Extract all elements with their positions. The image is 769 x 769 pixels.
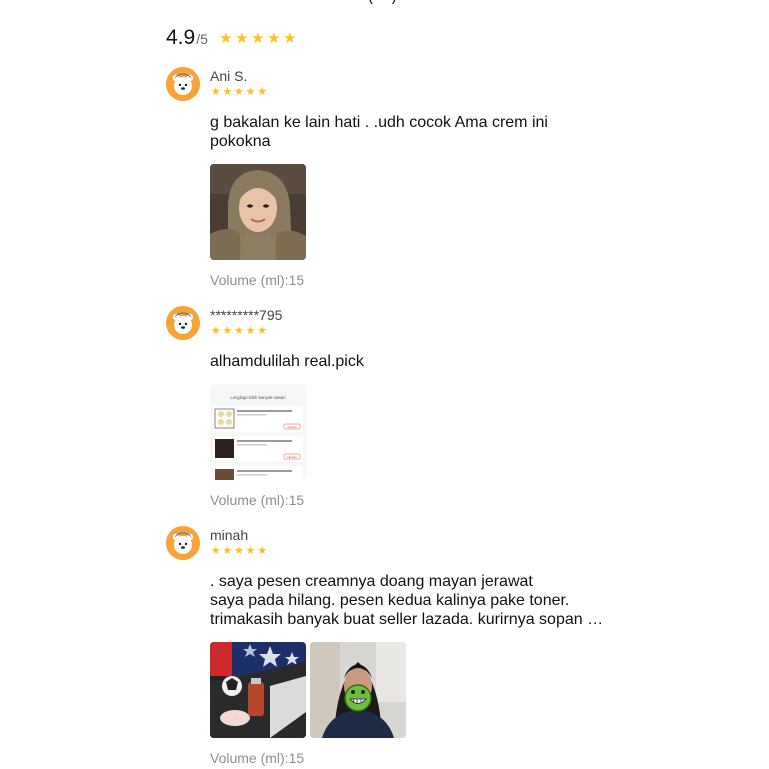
review-text: . saya pesen creamnya doang mayan jerawa… <box>210 573 604 628</box>
star-icon: ★ <box>283 30 297 47</box>
default-avatar-icon <box>166 526 200 560</box>
average-rating: 4.9 <box>166 26 196 49</box>
star-icon: ★ <box>210 325 221 337</box>
rating-scale: /5 <box>196 31 208 47</box>
section-title-cut: — — — — — — — — — (—) <box>166 0 416 4</box>
reviewer-name: minah <box>210 527 249 543</box>
variant-info: Volume (ml):15 <box>210 272 305 288</box>
avatar <box>166 67 200 101</box>
star-icon: ★ <box>257 545 268 557</box>
summary-stars: ★ ★ ★ ★ ★ <box>218 31 298 46</box>
star-icon: ★ <box>222 325 233 337</box>
review-item: minah ★ ★ ★ ★ ★ . saya pesen creamnya do… <box>166 526 626 769</box>
screenshot-button-1: Ulasan <box>287 425 297 429</box>
variant-info: Volume (ml):15 <box>210 492 305 508</box>
review-photo-product[interactable]: • <box>210 642 306 738</box>
avatar <box>166 306 200 340</box>
review-photo-selfie[interactable] <box>210 164 306 260</box>
screenshot-button-2: Ulasan <box>287 455 297 459</box>
rating-summary: 4.9 /5 ★ ★ ★ ★ ★ <box>166 26 298 50</box>
star-icon: ★ <box>219 30 233 47</box>
review-stars: ★ ★ ★ ★ ★ <box>210 87 268 98</box>
star-icon: ★ <box>245 86 256 98</box>
star-icon: ★ <box>222 86 233 98</box>
screenshot-header: Lengkapi lebih banyak ulasan <box>230 395 286 400</box>
default-avatar-icon <box>166 306 200 340</box>
star-icon: ★ <box>210 545 221 557</box>
reviewer-name: *********795 <box>210 307 283 323</box>
star-icon: ★ <box>257 325 268 337</box>
review-text: alhamdulilah real.pick <box>210 353 364 370</box>
star-icon: ★ <box>245 545 256 557</box>
review-photo-screenshot[interactable]: Lengkapi lebih banyak ulasan Ulasan Ulas… <box>210 384 306 480</box>
star-icon: ★ <box>257 86 268 98</box>
avatar <box>166 526 200 560</box>
review-text: g bakalan ke lain hati . .udh cocok Ama … <box>210 114 548 150</box>
star-icon: ★ <box>267 30 281 47</box>
star-icon: ★ <box>210 86 221 98</box>
review-photos: • <box>210 642 406 738</box>
reviewer-name: Ani S. <box>210 68 248 84</box>
star-icon: ★ <box>245 325 256 337</box>
review-photos: Lengkapi lebih banyak ulasan Ulasan Ulas… <box>210 384 306 480</box>
review-photos <box>210 164 306 260</box>
star-icon: ★ <box>234 325 244 337</box>
star-icon: ★ <box>234 86 244 98</box>
star-icon: ★ <box>222 545 233 557</box>
review-item: Ani S. ★ ★ ★ ★ ★ g bakalan ke lain hati … <box>166 67 626 297</box>
review-stars: ★ ★ ★ ★ ★ <box>210 326 268 337</box>
review-item: *********795 ★ ★ ★ ★ ★ alhamdulilah real… <box>166 306 626 516</box>
default-avatar-icon <box>166 67 200 101</box>
star-icon: ★ <box>234 545 244 557</box>
reviews-page: — — — — — — — — — (—) 4.9 /5 ★ ★ ★ ★ ★ <box>0 0 769 769</box>
variant-info: Volume (ml):15 <box>210 750 305 766</box>
star-icon: ★ <box>251 30 265 47</box>
review-photo-selfie-sticker[interactable] <box>310 642 406 738</box>
star-icon: ★ <box>235 30 249 47</box>
review-stars: ★ ★ ★ ★ ★ <box>210 546 268 557</box>
